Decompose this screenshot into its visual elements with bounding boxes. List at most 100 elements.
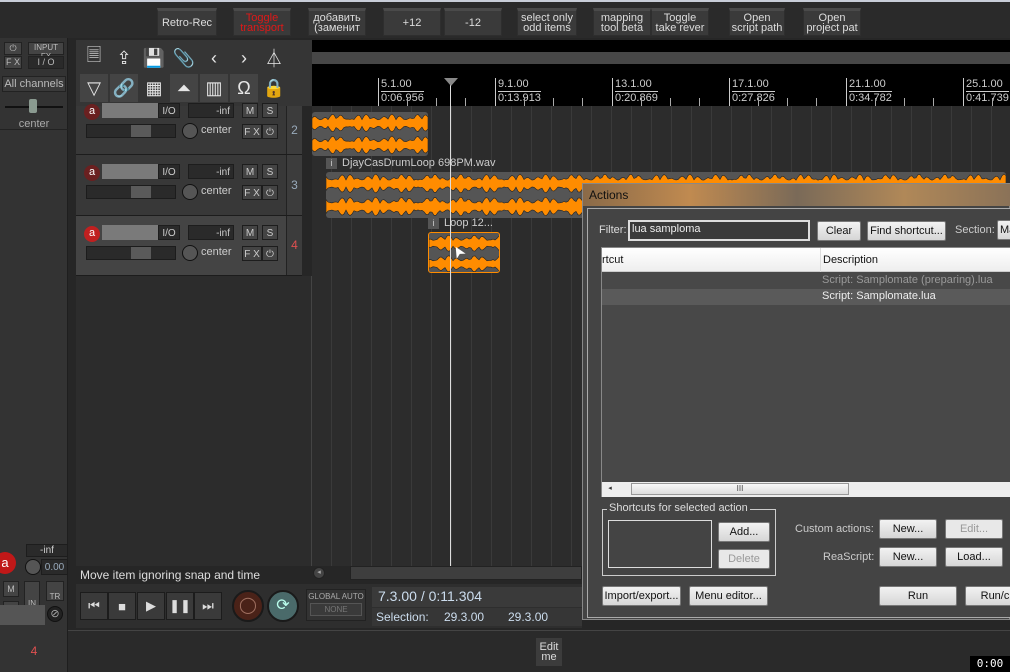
fx-button[interactable]: F X [242, 246, 262, 261]
lock-icon[interactable]: 🔒 [260, 74, 288, 102]
trim-button[interactable]: TR [46, 581, 64, 601]
pan-knob[interactable] [182, 123, 198, 139]
record-arm-icon[interactable]: a [84, 226, 100, 242]
ripple-edit-icon[interactable]: ▽ [80, 74, 108, 102]
scroll-left-icon[interactable]: ◂ [604, 483, 616, 495]
import-export-button[interactable]: Import/export... [602, 586, 681, 606]
list-horizontal-scrollbar[interactable]: ◂ III [602, 482, 1010, 497]
action-row-selected[interactable]: Script: Samplomate.lua [602, 289, 1010, 305]
delete-shortcut-button[interactable]: Delete [718, 549, 770, 569]
selection-start[interactable]: 29.3.00 [444, 610, 484, 624]
actions-list[interactable]: rtcut Description Script: Samplomate (pr… [601, 247, 1010, 497]
add-shortcut-button[interactable]: Add... [718, 522, 770, 542]
fx-bypass-icon[interactable]: ⏻ [262, 124, 278, 139]
envelope-icon[interactable]: ⏶ [170, 74, 198, 102]
open-project-icon[interactable]: ⇪ [110, 44, 138, 72]
toolbar-button[interactable]: добавить (заменит [308, 8, 366, 36]
record-arm-icon[interactable]: a [84, 104, 100, 120]
track-control-panel[interactable]: a I/O -inf M S center F X ⏻ 4 [76, 216, 302, 276]
input-fx-button[interactable]: INPUT FX [28, 42, 64, 61]
repeat-button[interactable]: ⟳ [267, 590, 299, 622]
io-button[interactable]: I/O [158, 164, 180, 179]
timeline-ruler[interactable]: 5.1.00 0:06.956 9.1.00 0:13.913 13.1.00 0:20.… [312, 40, 1010, 106]
toolbar-button[interactable]: Retro-Rec [157, 8, 217, 36]
scroll-left-icon[interactable]: ◂ [313, 567, 325, 579]
item-info-icon[interactable]: i [428, 218, 439, 229]
solo-button[interactable]: S [262, 164, 278, 179]
scroll-thumb[interactable]: III [631, 483, 849, 495]
run-button[interactable]: Run [879, 586, 957, 606]
pan-knob[interactable] [182, 184, 198, 200]
snap-magnet-icon[interactable]: Ω [230, 74, 258, 102]
toolbar-button[interactable]: Open project pat [803, 8, 861, 36]
solo-button[interactable]: S [262, 103, 278, 118]
column-description[interactable]: Description [820, 248, 878, 272]
toolbar-button[interactable]: Toggle take rever [651, 8, 709, 36]
play-button[interactable]: ▶ [137, 592, 165, 620]
track-control-panel[interactable]: a I/O -inf M S center F X ⏻ 2 [76, 103, 302, 155]
edit-me-button[interactable]: Edit me [536, 638, 562, 666]
column-shortcut[interactable]: rtcut [602, 254, 623, 266]
io-button[interactable]: I/O [158, 103, 180, 118]
fx-button[interactable]: F X [242, 185, 262, 200]
shortcuts-list[interactable] [608, 520, 712, 568]
io-button[interactable]: I/O [158, 225, 180, 240]
fx-button[interactable]: F X [4, 56, 22, 69]
toolbar-button[interactable]: Open script path [729, 8, 785, 36]
metronome-icon[interactable]: ⏃ [260, 44, 288, 72]
custom-new-button[interactable]: New... [879, 519, 937, 539]
find-shortcut-button[interactable]: Find shortcut... [867, 221, 946, 241]
fx-bypass-icon[interactable]: ⏻ [262, 185, 278, 200]
record-button[interactable]: ◯ [232, 590, 264, 622]
track-name-field[interactable] [102, 103, 158, 118]
channels-select[interactable]: All channels [2, 76, 66, 92]
playhead-marker[interactable] [444, 78, 458, 86]
item-info-icon[interactable]: i [326, 158, 337, 169]
track-name-field[interactable] [102, 225, 158, 240]
toolbar-button[interactable]: mapping tool beta [593, 8, 651, 36]
fx-bypass-icon[interactable]: ⏻ [262, 246, 278, 261]
pan-slider-handle[interactable] [29, 99, 37, 113]
arm-icon[interactable]: a [0, 552, 16, 574]
filter-input[interactable]: lua samploma [628, 220, 810, 241]
link-icon[interactable]: 🔗 [110, 74, 138, 102]
volume-knob[interactable] [25, 559, 41, 575]
io-button[interactable]: I / O [28, 56, 64, 69]
new-project-icon[interactable]: 🗏 [80, 44, 108, 72]
region-lane[interactable] [312, 52, 1010, 64]
volume-fader[interactable] [86, 185, 176, 199]
automation-mode-button[interactable]: NONE [310, 603, 362, 616]
stop-button[interactable]: ■ [108, 592, 136, 620]
mute-button[interactable]: M [242, 225, 258, 240]
save-project-icon[interactable]: 💾 [140, 44, 168, 72]
mute-button[interactable]: M [3, 581, 19, 597]
custom-edit-button[interactable]: Edit... [945, 519, 1003, 539]
go-to-end-button[interactable]: ⏭ [194, 592, 222, 620]
actions-title-bar[interactable]: Actions [583, 184, 1010, 206]
selection-end[interactable]: 29.3.00 [508, 610, 548, 624]
section-select[interactable]: Ma [997, 220, 1010, 240]
redo-forward-icon[interactable]: › [230, 44, 258, 72]
markers-icon[interactable]: ▥ [200, 74, 228, 102]
mute-button[interactable]: M [242, 103, 258, 118]
time-position-display[interactable]: 7.3.00 / 0:11.304 [372, 587, 582, 607]
menu-editor-button[interactable]: Menu editor... [689, 586, 768, 606]
solo-button[interactable]: S [262, 225, 278, 240]
clear-button[interactable]: Clear [817, 221, 861, 241]
mute-button[interactable]: M [242, 164, 258, 179]
reascript-load-button[interactable]: Load... [945, 547, 1003, 567]
power-icon[interactable]: ⏻ [4, 42, 22, 55]
track-control-panel[interactable]: a I/O -inf M S center F X ⏻ 3 [76, 155, 302, 216]
toolbar-button[interactable]: -12 [444, 8, 502, 36]
record-arm-icon[interactable]: a [84, 165, 100, 181]
undo-back-icon[interactable]: ‹ [200, 44, 228, 72]
pan-knob[interactable] [182, 245, 198, 261]
reascript-new-button[interactable]: New... [879, 547, 937, 567]
pause-button[interactable]: ❚❚ [166, 592, 194, 620]
action-row[interactable]: Script: Samplomate (preparing).lua [602, 273, 1010, 289]
grid-icon[interactable]: ▦ [140, 74, 168, 102]
attach-icon[interactable]: 📎 [170, 44, 198, 72]
go-to-start-button[interactable]: ⏮ [80, 592, 108, 620]
volume-fader[interactable] [86, 124, 176, 138]
track-name-field[interactable] [102, 164, 158, 179]
